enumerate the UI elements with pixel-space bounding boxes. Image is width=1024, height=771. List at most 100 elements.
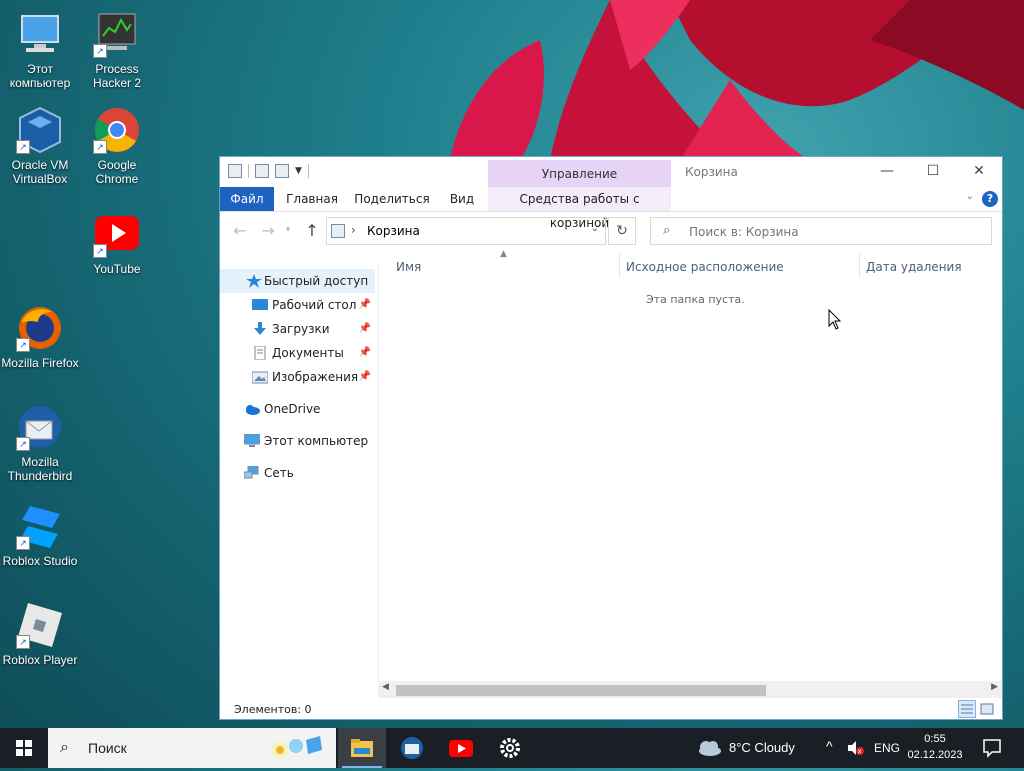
file-list[interactable]: ▲ Имя Исходное расположение Дата удалени…: [378, 249, 1002, 689]
star-icon: [246, 274, 262, 288]
desktop-icon-this-pc[interactable]: Этот компьютер: [0, 10, 80, 90]
weather-text[interactable]: 8°C Cloudy: [729, 740, 795, 755]
column-header-date-deleted[interactable]: Дата удаления: [866, 257, 962, 277]
scrollbar-thumb[interactable]: [396, 685, 766, 696]
taskbar-clock[interactable]: 0:55 02.12.2023: [900, 731, 970, 763]
column-header-name[interactable]: Имя: [396, 257, 421, 277]
quick-access-toolbar: ▼: [228, 164, 309, 178]
tab-home[interactable]: Главная: [282, 187, 342, 211]
up-arrow-icon[interactable]: ↑: [302, 221, 322, 240]
notification-center-icon[interactable]: [982, 738, 1002, 758]
tab-view[interactable]: Вид: [442, 187, 482, 211]
desktop-icon-firefox[interactable]: ↗ Mozilla Firefox: [0, 304, 80, 370]
desktop-folder-icon: [252, 299, 268, 310]
search-box[interactable]: ⌕: [650, 217, 992, 245]
forward-arrow-icon[interactable]: →: [258, 221, 278, 240]
properties-icon[interactable]: [255, 164, 269, 178]
tab-file[interactable]: Файл: [220, 187, 274, 211]
nav-pictures[interactable]: Изображения 📌: [220, 365, 375, 389]
desktop-icon-virtualbox[interactable]: ↗ Oracle VM VirtualBox: [0, 106, 80, 186]
search-icon: ⌕: [60, 737, 69, 756]
nav-quick-access[interactable]: Быстрый доступ: [220, 269, 375, 293]
desktop-icon-chrome[interactable]: ↗ Google Chrome: [77, 106, 157, 186]
pin-icon: 📌: [358, 347, 371, 358]
refresh-button[interactable]: ↻: [608, 217, 636, 245]
taskbar-youtube[interactable]: [437, 728, 485, 768]
title-bar[interactable]: ▼ Управление Корзина — ☐ ✕: [220, 157, 1002, 188]
column-divider[interactable]: [619, 253, 620, 277]
address-bar[interactable]: › Корзина ⌄: [326, 217, 606, 245]
taskbar-settings[interactable]: [486, 728, 534, 768]
desktop-icon-roblox-player[interactable]: ↗ Roblox Player: [0, 601, 80, 667]
details-view-icon: [961, 704, 973, 714]
thunderbird-icon: [401, 737, 423, 759]
thunderbird-icon: ↗: [16, 403, 64, 451]
desktop-icon-roblox-studio[interactable]: ↗ Roblox Studio: [0, 502, 80, 568]
new-folder-icon[interactable]: [275, 164, 289, 178]
qat-dropdown-icon[interactable]: ▼: [295, 166, 302, 176]
language-indicator[interactable]: ENG: [874, 741, 900, 755]
address-dropdown-icon[interactable]: ⌄: [591, 223, 599, 234]
help-icon[interactable]: ?: [982, 191, 998, 207]
details-view-button[interactable]: [958, 700, 976, 718]
search-input[interactable]: [687, 222, 981, 242]
nav-documents[interactable]: Документы 📌: [220, 341, 375, 365]
horizontal-scrollbar[interactable]: ◀ ▶: [378, 681, 1002, 698]
explorer-window[interactable]: ▼ Управление Корзина — ☐ ✕ Файл Главная …: [219, 156, 1003, 720]
start-button[interactable]: [0, 728, 48, 768]
mouse-cursor-icon: [828, 309, 842, 330]
large-icons-view-button[interactable]: [978, 700, 996, 718]
scroll-left-icon[interactable]: ◀: [382, 682, 389, 692]
taskbar: ⌕ Поиск 8°C Cloudy ^ x ENG 0:55 02.12.20…: [0, 728, 1024, 768]
maximize-button[interactable]: ☐: [910, 157, 956, 185]
desktop-icon-thunderbird[interactable]: ↗ Mozilla Thunderbird: [0, 403, 80, 483]
speaker-muted-icon[interactable]: x: [846, 740, 866, 756]
nav-network[interactable]: Сеть: [220, 461, 375, 485]
chrome-icon: ↗: [93, 106, 141, 154]
navigation-pane: Быстрый доступ Рабочий стол 📌 Загрузки 📌…: [220, 261, 379, 681]
scroll-right-icon[interactable]: ▶: [991, 682, 998, 692]
wallpaper-flower: [430, 0, 1024, 160]
show-hidden-icons-chevron-icon[interactable]: ^: [826, 738, 833, 754]
taskbar-search-box[interactable]: ⌕ Поиск: [48, 728, 336, 768]
clock-date: 02.12.2023: [907, 749, 963, 761]
clock-time: 0:55: [924, 733, 946, 745]
column-divider[interactable]: [859, 253, 860, 277]
minimize-button[interactable]: —: [864, 157, 910, 185]
process-hacker-icon: ↗: [93, 10, 141, 58]
context-tab-manage[interactable]: Управление: [488, 160, 671, 188]
roblox-studio-icon: ↗: [16, 502, 64, 550]
desktop-icon-youtube[interactable]: ↗ YouTube: [77, 210, 157, 276]
pin-icon: 📌: [358, 323, 371, 334]
shortcut-arrow-icon: ↗: [93, 140, 107, 154]
back-arrow-icon[interactable]: ←: [230, 221, 250, 240]
pin-icon: 📌: [358, 371, 371, 382]
gear-icon: [500, 738, 520, 758]
search-icon: ⌕: [663, 223, 671, 238]
taskbar-thunderbird[interactable]: [388, 728, 436, 768]
shortcut-arrow-icon: ↗: [16, 338, 30, 352]
nav-this-pc[interactable]: Этот компьютер: [220, 429, 375, 453]
tab-share[interactable]: Поделиться: [354, 187, 430, 211]
download-arrow-icon: [254, 322, 266, 335]
expand-ribbon-icon[interactable]: ⌄: [966, 191, 974, 202]
nav-desktop[interactable]: Рабочий стол 📌: [220, 293, 375, 317]
desktop-icon-process-hacker[interactable]: ↗ Process Hacker 2: [77, 10, 157, 90]
breadcrumb-chevron-icon[interactable]: ›: [351, 223, 356, 237]
onedrive-cloud-icon: [246, 405, 260, 415]
virtualbox-icon: ↗: [16, 106, 64, 154]
close-button[interactable]: ✕: [956, 157, 1002, 185]
tab-recycle-bin-tools[interactable]: Средства работы с корзиной: [488, 187, 671, 230]
recent-locations-icon[interactable]: ▾: [282, 225, 294, 235]
column-header-original-location[interactable]: Исходное расположение: [626, 257, 784, 277]
youtube-icon: ↗: [93, 210, 141, 258]
view-switcher: [958, 700, 996, 718]
network-icon: [244, 466, 259, 479]
taskbar-file-explorer[interactable]: [338, 728, 386, 768]
taskbar-search-label: Поиск: [88, 740, 127, 756]
nav-downloads[interactable]: Загрузки 📌: [220, 317, 375, 341]
firefox-icon: ↗: [16, 304, 64, 352]
nav-onedrive[interactable]: OneDrive: [220, 397, 375, 421]
search-highlight-flower-icon: [271, 736, 322, 759]
shortcut-arrow-icon: ↗: [16, 140, 30, 154]
